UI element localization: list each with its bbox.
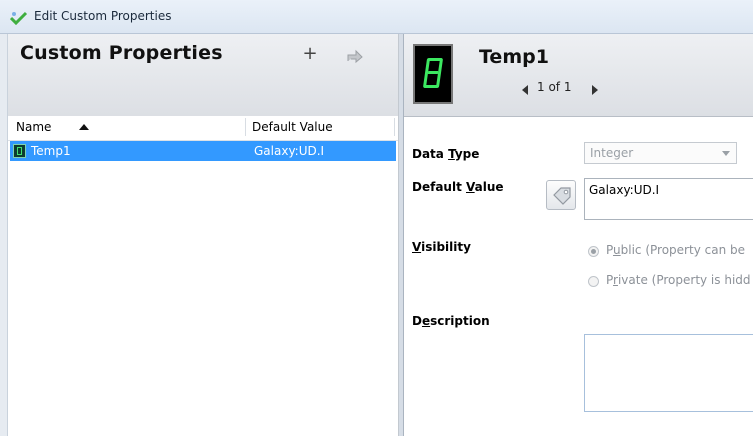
column-divider[interactable]	[394, 118, 395, 136]
property-name: Temp1	[31, 144, 71, 158]
navigation-count: 1 of 1	[537, 80, 572, 94]
column-default-value[interactable]: Default Value	[252, 120, 333, 134]
next-icon[interactable]	[592, 85, 598, 95]
property-title: Temp1	[479, 46, 549, 68]
custom-properties-panel: Custom Properties + Name Default Value T…	[8, 34, 399, 436]
panel-title: Custom Properties	[20, 42, 223, 64]
default-value-label: Default Value	[412, 180, 504, 194]
previous-icon[interactable]	[522, 85, 528, 95]
list-column-header: Name Default Value	[8, 116, 398, 141]
default-value-text: Galaxy:UD.I	[589, 183, 660, 197]
property-default-value: Galaxy:UD.I	[254, 144, 325, 158]
window-title: Edit Custom Properties	[34, 9, 172, 23]
data-type-value: Integer	[590, 146, 634, 160]
visibility-private-label[interactable]: Private (Property is hidd	[606, 273, 751, 287]
seven-segment-display-icon	[413, 44, 453, 104]
browse-reference-button[interactable]	[546, 180, 576, 210]
visibility-public-label[interactable]: Public (Property can be	[606, 243, 745, 257]
promote-icon[interactable]	[345, 46, 365, 64]
checkmark-wand-icon	[10, 11, 28, 25]
description-field[interactable]	[584, 334, 753, 412]
window-titlebar: Edit Custom Properties	[0, 0, 753, 34]
column-divider[interactable]	[245, 118, 246, 136]
default-value-field[interactable]: Galaxy:UD.I	[584, 178, 753, 220]
list-item[interactable]: Temp1 Galaxy:UD.I	[10, 141, 396, 161]
column-name[interactable]: Name	[16, 120, 51, 134]
chevron-down-icon	[722, 151, 730, 156]
details-header: Temp1 1 of 1	[404, 34, 753, 117]
description-label: Description	[412, 314, 490, 328]
tag-icon	[553, 187, 571, 205]
plus-icon[interactable]: +	[300, 44, 320, 64]
property-details-panel: Temp1 1 of 1 Data Type Integer Default V…	[404, 34, 753, 436]
seven-segment-icon	[13, 144, 26, 158]
visibility-label: Visibility	[412, 240, 471, 254]
sort-ascending-icon	[79, 124, 89, 130]
visibility-private-radio[interactable]	[588, 276, 599, 287]
data-type-select[interactable]: Integer	[584, 142, 737, 164]
window-frame-left	[0, 34, 8, 436]
panel-header: Custom Properties +	[8, 34, 398, 117]
visibility-public-radio[interactable]	[588, 246, 599, 257]
data-type-label: Data Type	[412, 147, 480, 161]
